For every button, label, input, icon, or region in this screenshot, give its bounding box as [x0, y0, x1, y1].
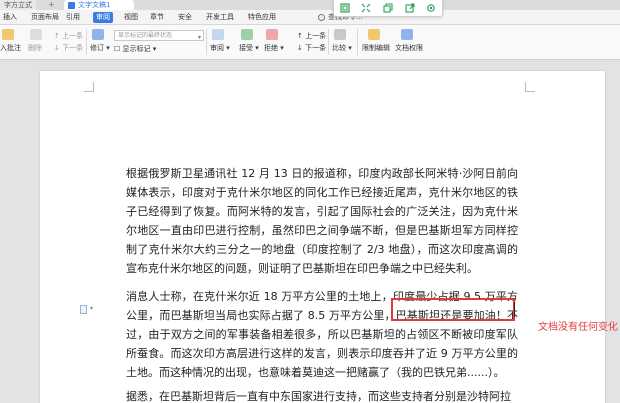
copy-icon[interactable]	[382, 2, 394, 14]
document-tab-label: 文字文稿1	[78, 1, 111, 9]
next-change-button[interactable]: ↓ 下一条	[297, 44, 326, 53]
paragraph-icon[interactable]	[80, 305, 87, 314]
next-change-label: 下一条	[305, 44, 327, 52]
show-markup-button[interactable]: ☐ 显示标记 ▾	[114, 45, 156, 54]
reject-label: 拒绝	[264, 44, 278, 52]
menu-references[interactable]: 引用	[66, 10, 80, 25]
menu-sections[interactable]: 章节	[150, 10, 164, 25]
comment-icon	[2, 29, 14, 40]
ribbon-separator	[328, 29, 329, 55]
search-icon	[318, 14, 325, 21]
document-paragraph[interactable]: 根据俄罗斯卫星通讯社 12 月 13 日的报道称，印度内政部长阿米特·沙阿日前向…	[126, 164, 518, 278]
document-paragraph[interactable]: 据悉，在巴基斯坦背后一直有中东国家进行支持，而这些支持者分别是沙特阿拉	[126, 387, 518, 403]
menu-review[interactable]: 审阅	[93, 12, 113, 23]
markup-display-value: 显示标记的最终状态	[118, 32, 173, 39]
next-comment-button[interactable]: ↓ 下一条	[54, 44, 83, 53]
restrict-edit-icon	[368, 29, 380, 40]
floating-toolbar	[333, 0, 443, 17]
frame-icon[interactable]	[339, 2, 351, 14]
review-label: 审阅	[210, 44, 224, 52]
menu-special-apps[interactable]: 特色应用	[248, 10, 276, 25]
chevron-down-icon: ▾	[197, 34, 201, 41]
menu-view[interactable]: 视图	[124, 10, 138, 25]
show-markup-label: 显示标记	[122, 45, 151, 53]
page-margin-marker	[525, 82, 535, 92]
red-highlight-box	[391, 298, 515, 321]
reject-button[interactable]: 拒绝 ▾	[264, 44, 284, 53]
review-button[interactable]: 审阅 ▾	[210, 44, 230, 53]
accept-label: 接受	[239, 44, 253, 52]
track-changes-icon	[92, 29, 104, 40]
document-tab-active[interactable]: 文字文稿1	[64, 0, 134, 10]
text-cursor	[514, 302, 515, 317]
new-tab-icon[interactable]: +	[48, 0, 55, 10]
menu-security[interactable]: 安全	[178, 10, 192, 25]
title-bar: 字方立式 + 文字文稿1	[0, 0, 620, 10]
document-tab-inactive[interactable]: 字方立式	[0, 0, 36, 10]
compare-label: 比较	[332, 44, 346, 52]
ribbon-separator	[206, 29, 207, 55]
prev-comment-label: 上一条	[62, 32, 84, 40]
annotation-label: 文档没有任何变化	[538, 322, 618, 333]
compare-button[interactable]: 比较 ▾	[332, 44, 352, 53]
menu-page-layout[interactable]: 页面布局	[31, 10, 59, 25]
export-icon[interactable]	[404, 2, 416, 14]
compare-icon	[334, 29, 346, 40]
expand-icon[interactable]	[360, 2, 372, 14]
page-margin-marker	[84, 82, 94, 92]
revise-button[interactable]: 修订 ▾	[90, 44, 110, 53]
chevron-down-icon: ▾	[90, 305, 94, 312]
next-comment-label: 下一条	[62, 44, 84, 52]
accept-button[interactable]: 接受 ▾	[239, 44, 259, 53]
menu-insert[interactable]: 插入	[3, 10, 17, 25]
menu-developer[interactable]: 开发工具	[206, 10, 234, 25]
review-pane-icon	[212, 29, 224, 40]
ribbon-separator	[86, 29, 87, 55]
revise-label: 修订	[90, 44, 104, 52]
prev-change-label: 上一条	[305, 32, 327, 40]
restrict-edit-button[interactable]: 限制编辑	[362, 44, 390, 53]
delete-icon	[30, 29, 42, 40]
document-permission-icon	[401, 29, 413, 40]
insert-comment-button[interactable]: 入批注	[0, 44, 21, 53]
menu-bar: 插入 页面布局 引用 审阅 视图 章节 安全 开发工具 特色应用 查找命令...	[0, 10, 620, 25]
markup-display-select[interactable]: 显示标记的最终状态 ▾	[114, 30, 204, 41]
prev-change-button[interactable]: ↑ 上一条	[297, 32, 326, 41]
accept-icon	[241, 29, 253, 40]
prev-comment-button[interactable]: ↑ 上一条	[54, 32, 83, 41]
delete-button[interactable]: 删除	[28, 44, 42, 53]
settings-icon[interactable]	[425, 2, 437, 14]
reject-icon	[266, 29, 278, 40]
document-permission-button[interactable]: 文档权限	[395, 44, 423, 53]
ribbon-separator	[357, 29, 358, 55]
document-icon	[68, 2, 75, 9]
